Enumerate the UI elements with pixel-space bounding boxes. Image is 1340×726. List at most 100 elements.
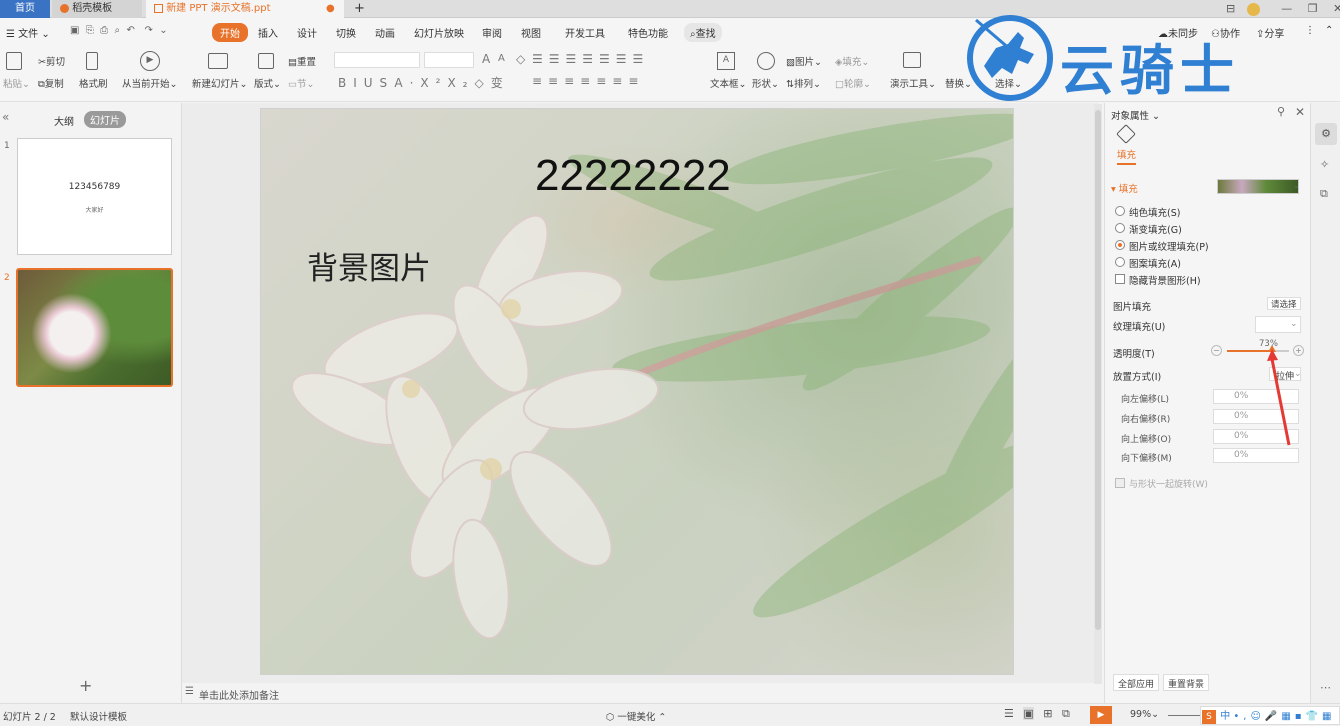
radio-picture-fill[interactable] [1115, 240, 1125, 250]
close-pane-icon[interactable]: ✕ [1295, 105, 1305, 119]
tab-home[interactable]: 首页 [0, 0, 50, 18]
radio-pattern-fill[interactable] [1115, 257, 1125, 267]
fill-section-header[interactable]: ▾ 填充 [1111, 181, 1138, 195]
side-icon-bar: ⚙ ✧ ⧉ ⋯ [1310, 103, 1340, 703]
slide-thumbnail-2[interactable] [16, 268, 173, 387]
slide-canvas[interactable]: 22222222 背景图片 [260, 108, 1014, 675]
copy-button[interactable]: ⧉复制 [38, 76, 64, 90]
slide-body-text[interactable]: 背景图片 [307, 243, 431, 288]
tab-transition[interactable]: 切换 [336, 25, 356, 40]
tab-developer[interactable]: 开发工具 [565, 25, 605, 40]
checkbox-hide-bg[interactable] [1115, 274, 1125, 284]
zoom-slider[interactable] [1168, 715, 1200, 716]
tab-insert[interactable]: 插入 [258, 25, 278, 40]
template-name[interactable]: 默认设计模板 [70, 709, 127, 723]
fill-preview-dropdown-icon[interactable]: ⌄ [1293, 181, 1300, 190]
font-size-select[interactable] [424, 52, 474, 68]
tab-animation[interactable]: 动画 [375, 25, 395, 40]
collapse-ribbon-icon[interactable]: ⌃ [1325, 25, 1333, 36]
tab-document[interactable]: 新建 PPT 演示文稿.ppt ● [146, 0, 344, 18]
normal-view-icon[interactable]: ▣ [1023, 707, 1034, 720]
scrollbar-thumb[interactable] [1095, 110, 1101, 630]
minimize-icon[interactable]: — [1281, 2, 1292, 15]
arrange-button[interactable]: ⇅排列⌄ [786, 76, 821, 90]
shape-button[interactable]: 形状⌄ [752, 76, 779, 90]
search-button[interactable]: ⌕查找 [684, 23, 722, 42]
transparency-decrease-icon[interactable]: − [1211, 345, 1222, 356]
view-buttons: ☰ ▣ ⊞ ⧉ [1004, 707, 1070, 721]
notes-bar[interactable]: ☰ 单击此处添加备注 [182, 684, 1098, 703]
canvas-scrollbar[interactable] [1094, 104, 1102, 684]
radio-solid-fill[interactable] [1115, 206, 1125, 216]
slides-icon[interactable]: ⧉ [1320, 187, 1328, 201]
section-button[interactable]: ▭节⌄ [288, 76, 314, 90]
picture-button[interactable]: ▨图片⌄ [786, 54, 822, 68]
fill-button[interactable]: ◈填充⌄ [835, 54, 869, 68]
tab-features[interactable]: 特色功能 [628, 25, 668, 40]
close-icon[interactable]: ✕ [1333, 2, 1340, 15]
more-side-icon[interactable]: ⋯ [1320, 681, 1331, 694]
bullet-list-icons[interactable]: ☰☰☰☰☰☰☰ [532, 52, 649, 66]
from-current-button[interactable]: 从当前开始⌄ [122, 76, 177, 90]
outline-button[interactable]: □轮廓⌄ [835, 76, 871, 90]
present-tools-button[interactable]: 演示工具⌄ [890, 76, 936, 90]
tab-fill[interactable]: 填充 [1117, 147, 1137, 165]
paste-button[interactable]: 粘贴⌄ [3, 76, 30, 90]
font-name-select[interactable] [334, 52, 420, 68]
tab-template[interactable]: 稻壳模板 [52, 0, 142, 18]
cut-button[interactable]: ✂剪切 [38, 54, 65, 68]
paste-icon[interactable] [6, 52, 22, 70]
new-slide-button[interactable]: 新建幻灯片⌄ [192, 76, 247, 90]
more-icon[interactable]: ⌄ [159, 25, 167, 36]
font-shrink-icon[interactable]: A [498, 53, 505, 64]
radio-gradient-fill[interactable] [1115, 223, 1125, 233]
clear-format-icon[interactable]: ◇ [516, 52, 525, 66]
tab-review[interactable]: 审阅 [482, 25, 502, 40]
status-bar: 幻灯片 2 / 2 默认设计模板 ⬡ 一键美化 ⌃ ☰ ▣ ⊞ ⧉ ▶ 99%⌄… [0, 703, 1340, 726]
file-menu[interactable]: ☰ 文件 ⌄ [6, 25, 50, 40]
font-grow-icon[interactable]: A [482, 52, 490, 66]
tab-outline[interactable]: 大纲 [54, 113, 74, 128]
format-painter-button[interactable]: 格式刷 [79, 76, 108, 90]
textbox-button[interactable]: 文本框⌄ [710, 76, 746, 90]
animation-icon[interactable]: ✧ [1320, 158, 1329, 171]
layout-button[interactable]: 版式⌄ [254, 76, 281, 90]
fill-preview[interactable] [1217, 179, 1299, 194]
texture-select[interactable]: ⌄ [1255, 316, 1301, 333]
choose-picture-button[interactable]: 请选择 [1267, 297, 1301, 310]
tab-view[interactable]: 视图 [521, 25, 541, 40]
sogou-icon[interactable]: S [1202, 710, 1216, 724]
slide-thumbnail-1[interactable]: 123456789 大家好 [17, 138, 172, 255]
more-menu-icon[interactable]: ⋮ [1305, 25, 1315, 36]
maximize-icon[interactable]: ❐ [1308, 2, 1318, 15]
add-slide-button[interactable]: + [79, 676, 92, 695]
reading-view-icon[interactable]: ⧉ [1062, 707, 1070, 720]
play-slideshow-button[interactable]: ▶ [1090, 706, 1112, 724]
align-icons[interactable]: ≡≡≡≡≡≡≡ [532, 74, 644, 88]
sorter-view-icon[interactable]: ⊞ [1043, 707, 1052, 720]
pin-icon[interactable]: ⚲ [1277, 105, 1285, 118]
font-style-icons[interactable]: BIUSA·X²X₂◇变 [338, 74, 510, 91]
properties-icon[interactable]: ⚙ [1315, 123, 1337, 145]
tab-start[interactable]: 开始 [212, 23, 248, 42]
collapse-pane-icon[interactable]: « [2, 110, 9, 124]
new-tab-button[interactable]: + [350, 0, 365, 18]
tab-slides[interactable]: 幻灯片 [84, 111, 126, 128]
notes-toggle-icon[interactable]: ☰ [1004, 707, 1014, 720]
zoom-level[interactable]: 99%⌄ [1130, 709, 1159, 720]
beautify-button[interactable]: ⬡ 一键美化 ⌃ [606, 709, 666, 723]
preview-icon[interactable]: ⌕ [115, 25, 121, 36]
print-icon[interactable]: ⎙ [100, 25, 108, 36]
ime-icons[interactable]: •,☺🎤▦▪👕▦ [1233, 711, 1335, 722]
apply-all-button[interactable]: 全部应用 [1113, 674, 1160, 691]
tab-design[interactable]: 设计 [297, 25, 317, 40]
reset-background-button[interactable]: 重置背景 [1163, 674, 1210, 691]
save-icon[interactable]: ▣ [70, 25, 79, 36]
redo-icon[interactable]: ↷ [144, 25, 152, 36]
tab-slideshow[interactable]: 幻灯片放映 [414, 25, 464, 40]
export-icon[interactable]: ⎘ [86, 25, 94, 36]
slide-title[interactable]: 22222222 [535, 151, 731, 201]
reset-button[interactable]: ▤重置 [288, 54, 316, 68]
checkbox-rotate-with-shape[interactable] [1115, 478, 1125, 488]
undo-icon[interactable]: ↶ [127, 25, 135, 36]
